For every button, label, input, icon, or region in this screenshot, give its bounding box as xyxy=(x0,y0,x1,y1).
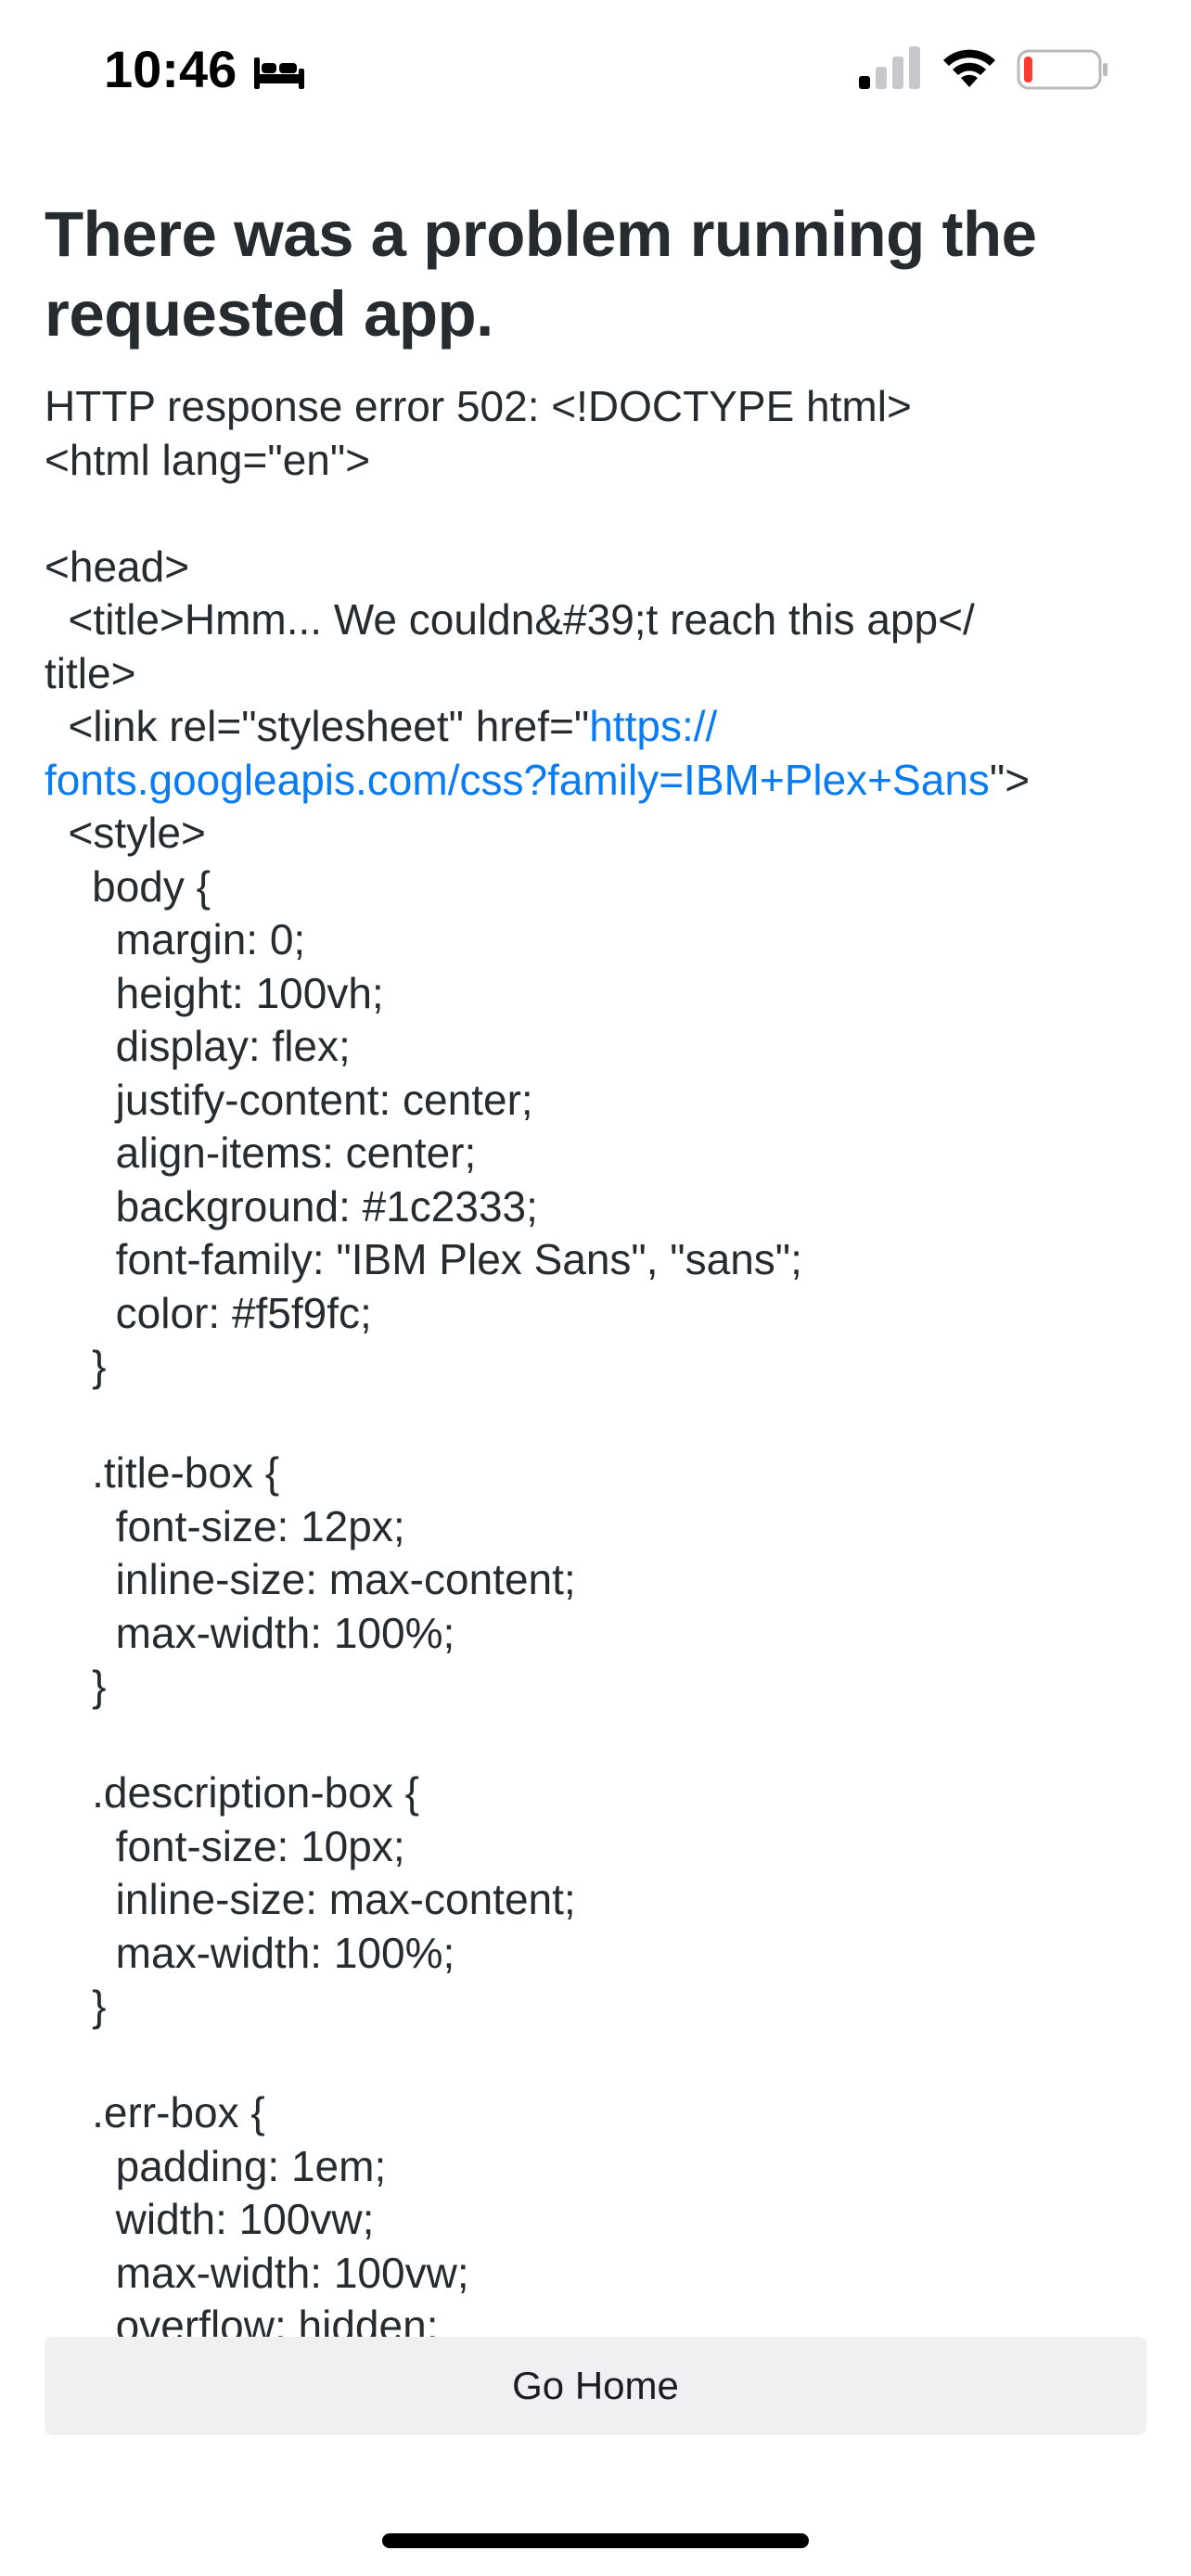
error-line: font-size: 12px; xyxy=(45,1500,1146,1554)
error-line: } xyxy=(45,1340,1146,1394)
error-line-text: color: #f5f9fc; xyxy=(45,1288,372,1337)
error-line: inline-size: max-content; xyxy=(45,1553,1146,1607)
error-line-text: max-width: 100%; xyxy=(45,1928,455,1977)
app-error-screen: 10:46 There was a problem running the re xyxy=(0,0,1191,2576)
error-line-text: .description-box { xyxy=(45,1768,419,1817)
error-line-text: font-size: 12px; xyxy=(45,1501,405,1550)
error-line: .err-box { xyxy=(45,2086,1146,2140)
status-bar: 10:46 xyxy=(0,0,1191,139)
error-line-text: margin: 0; xyxy=(45,915,306,963)
error-line-text: max-width: 100vw; xyxy=(45,2248,469,2297)
error-line-text: .title-box { xyxy=(45,1448,280,1497)
error-line: .title-box { xyxy=(45,1447,1146,1500)
error-line-text: width: 100vw; xyxy=(45,2195,375,2243)
error-line-text: "> xyxy=(989,755,1031,804)
error-line-text: } xyxy=(45,1342,107,1390)
error-line: <link rel="stylesheet" href="https:// xyxy=(45,700,1146,754)
error-line: padding: 1em; xyxy=(45,2140,1146,2194)
error-line xyxy=(45,1714,1146,1767)
error-line-text: font-size: 10px; xyxy=(45,1821,405,1870)
error-line-text: inline-size: max-content; xyxy=(45,1555,576,1603)
error-content: There was a problem running the requeste… xyxy=(45,195,1146,2337)
error-line: .description-box { xyxy=(45,1766,1146,1820)
error-line-text: align-items: center; xyxy=(45,1129,477,1177)
error-line: inline-size: max-content; xyxy=(45,1873,1146,1927)
error-line-text: overflow: hidden; xyxy=(45,2302,439,2337)
error-line-text: max-width: 100%; xyxy=(45,1608,455,1657)
error-line: margin: 0; xyxy=(45,913,1146,967)
error-line: max-width: 100vw; xyxy=(45,2247,1146,2301)
error-line: justify-content: center; xyxy=(45,1074,1146,1128)
battery-low-icon xyxy=(1017,49,1108,90)
error-line-text: inline-size: max-content; xyxy=(45,1875,576,1923)
error-line xyxy=(45,487,1146,541)
error-line-text: HTTP response error 502: <!DOCTYPE html> xyxy=(45,382,912,430)
error-line-text: .err-box { xyxy=(45,2088,265,2136)
error-line xyxy=(45,2034,1146,2087)
error-line: } xyxy=(45,1660,1146,1714)
error-line: font-size: 10px; xyxy=(45,1820,1146,1874)
error-line: max-width: 100%; xyxy=(45,1927,1146,1981)
error-line: color: #f5f9fc; xyxy=(45,1287,1146,1341)
error-line-text: <style> xyxy=(45,809,206,857)
error-line: align-items: center; xyxy=(45,1127,1146,1180)
error-line-text: background: #1c2333; xyxy=(45,1181,538,1231)
error-line-text: display: flex; xyxy=(45,1022,351,1070)
stylesheet-link[interactable]: fonts.googleapis.com/css?family=IBM+Plex… xyxy=(45,756,990,804)
home-indicator xyxy=(382,2533,809,2548)
error-line-text: <head> xyxy=(45,542,190,591)
error-line: width: 100vw; xyxy=(45,2193,1146,2247)
error-line-text: title> xyxy=(45,648,136,697)
error-line-text: } xyxy=(45,1662,107,1710)
error-line-text: body { xyxy=(45,861,211,911)
cellular-signal-icon xyxy=(859,46,920,89)
error-line: <title>Hmm... We couldn&#39;t reach this… xyxy=(45,593,1146,647)
stylesheet-link[interactable]: https:// xyxy=(589,702,717,750)
error-line-text: <link rel="stylesheet" href=" xyxy=(45,702,590,750)
bed-icon xyxy=(254,57,304,89)
error-line: display: flex; xyxy=(45,1020,1146,1074)
error-line-text: padding: 1em; xyxy=(45,2141,387,2190)
error-line-text: font-family: "IBM Plex Sans", "sans"; xyxy=(45,1235,802,1283)
error-line: height: 100vh; xyxy=(45,967,1146,1021)
go-home-button[interactable]: Go Home xyxy=(45,2337,1146,2435)
error-line: font-family: "IBM Plex Sans", "sans"; xyxy=(45,1233,1146,1287)
error-line-text: <html lang="en"> xyxy=(45,435,371,484)
error-line-text: height: 100vh; xyxy=(45,968,384,1017)
error-line: overflow: hidden; xyxy=(45,2300,1146,2337)
status-time: 10:46 xyxy=(104,40,237,98)
error-line: <style> xyxy=(45,807,1146,861)
page-title: There was a problem running the requeste… xyxy=(45,198,1037,350)
error-line: } xyxy=(45,1980,1146,2034)
wifi-icon xyxy=(943,49,995,87)
error-message: HTTP response error 502: <!DOCTYPE html>… xyxy=(45,380,1146,2337)
error-line: max-width: 100%; xyxy=(45,1607,1146,1661)
error-line: fonts.googleapis.com/css?family=IBM+Plex… xyxy=(45,754,1146,808)
error-line: background: #1c2333; xyxy=(45,1180,1146,1234)
error-line: title> xyxy=(45,647,1146,701)
error-line-text: justify-content: center; xyxy=(45,1075,533,1124)
error-line-text: <title>Hmm... We couldn&#39;t reach this… xyxy=(45,595,975,644)
error-line: <head> xyxy=(45,541,1146,594)
error-line: body { xyxy=(45,861,1146,914)
error-line xyxy=(45,1394,1146,1447)
error-line-text: } xyxy=(45,1982,107,2030)
error-line: HTTP response error 502: <!DOCTYPE html> xyxy=(45,380,1146,434)
error-line: <html lang="en"> xyxy=(45,434,1146,488)
